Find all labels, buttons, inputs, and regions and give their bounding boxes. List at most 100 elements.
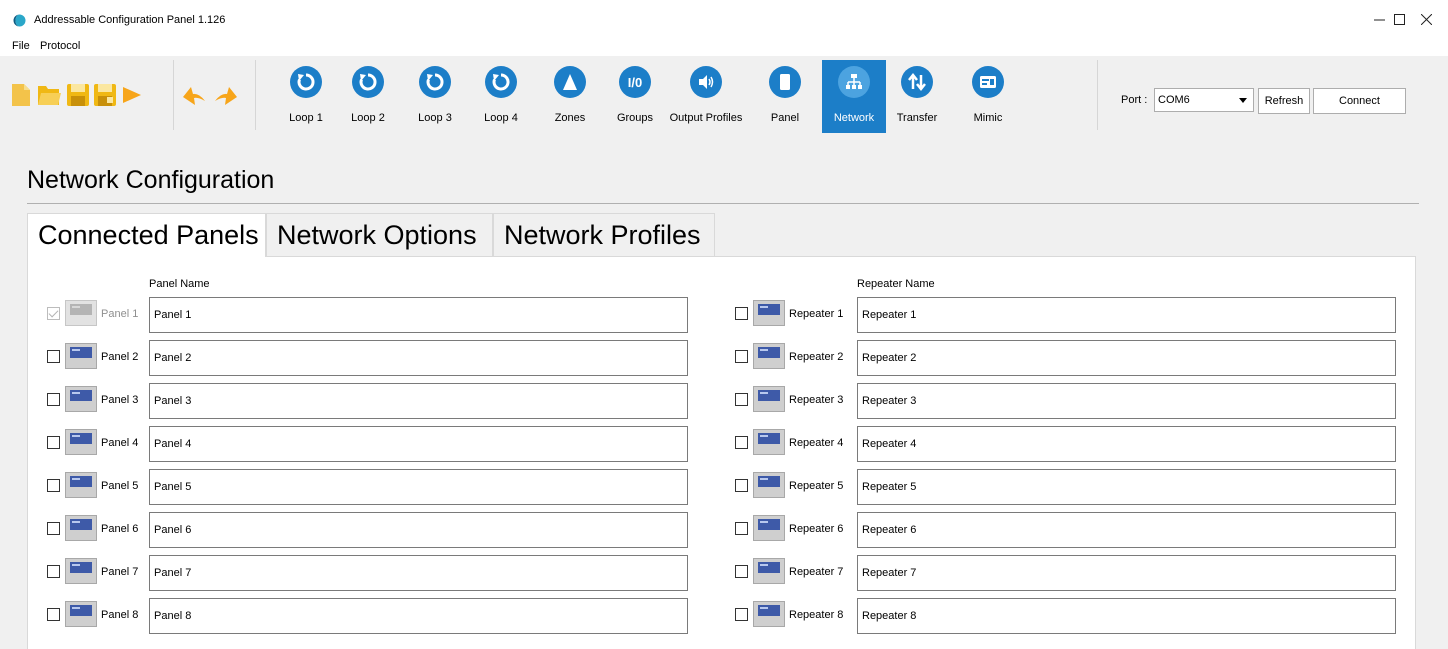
close-button[interactable] [1411, 8, 1441, 32]
repeater-name-input[interactable] [857, 426, 1396, 462]
window-title: Addressable Configuration Panel 1.126 [34, 14, 226, 26]
nav-panel[interactable]: Panel [753, 60, 817, 133]
repeater-label: Repeater 6 [789, 523, 844, 535]
panel-device-icon [753, 343, 785, 369]
redo-icon[interactable] [213, 83, 239, 107]
nav-label: Loop 3 [418, 112, 452, 124]
nav-mimic[interactable]: Mimic [956, 60, 1020, 133]
port-select[interactable]: COM6 [1154, 88, 1254, 112]
repeater-row: Repeater 6 [28, 512, 1417, 548]
repeater-checkbox[interactable] [735, 522, 748, 535]
repeater-checkbox[interactable] [735, 479, 748, 492]
svg-text:I/0: I/0 [628, 75, 642, 90]
loop-icon [419, 66, 451, 98]
save-icon[interactable] [66, 83, 90, 107]
nav-groups[interactable]: I/0 Groups [603, 60, 667, 133]
nav-label: Mimic [973, 112, 1003, 124]
nav-output-profiles[interactable]: Output Profiles [670, 60, 742, 133]
tab-network-options[interactable]: Network Options [266, 213, 493, 256]
title-bar: Addressable Configuration Panel 1.126 [0, 0, 1448, 38]
mimic-icon [972, 66, 1004, 98]
repeater-name-input[interactable] [857, 555, 1396, 591]
repeater-row: Repeater 2 [28, 340, 1417, 376]
repeater-name-input[interactable] [857, 297, 1396, 333]
refresh-button[interactable]: Refresh [1258, 88, 1310, 114]
repeater-label: Repeater 3 [789, 394, 844, 406]
repeater-checkbox[interactable] [735, 608, 748, 621]
undo-icon[interactable] [181, 83, 207, 107]
menu-bar: File Protocol [0, 38, 1448, 56]
close-icon [1420, 13, 1432, 26]
nav-label: Loop 2 [351, 112, 385, 124]
connect-button[interactable]: Connect [1313, 88, 1406, 114]
repeater-name-input[interactable] [857, 512, 1396, 548]
panel-icon [769, 66, 801, 98]
nav-label: Groups [616, 112, 654, 124]
repeater-checkbox[interactable] [735, 307, 748, 320]
repeater-checkbox[interactable] [735, 393, 748, 406]
panel-device-icon [753, 515, 785, 541]
tab-connected-panels[interactable]: Connected Panels [27, 213, 266, 257]
repeater-checkbox[interactable] [735, 436, 748, 449]
page-title: Network Configuration [27, 166, 275, 194]
nav-network[interactable]: Network [822, 60, 886, 133]
repeater-label: Repeater 8 [789, 609, 844, 621]
maximize-button[interactable] [1384, 8, 1414, 32]
chevron-down-icon [1239, 98, 1247, 103]
repeater-row: Repeater 3 [28, 383, 1417, 419]
nav-transfer[interactable]: Transfer [885, 60, 949, 133]
loop-icon [290, 66, 322, 98]
minimize-icon [1373, 19, 1385, 21]
nav-loop-1[interactable]: Loop 1 [274, 60, 338, 133]
app-logo-icon [13, 14, 26, 27]
speaker-icon [690, 66, 722, 98]
nav-label: Panel [770, 112, 800, 124]
toolbar-separator [173, 60, 174, 130]
repeater-row: Repeater 8 [28, 598, 1417, 634]
toolbar: Loop 1 Loop 2 Loop 3 Loop 4 Zones I/0 Gr… [0, 56, 1448, 136]
panel-device-icon [753, 429, 785, 455]
maximize-icon [1393, 14, 1405, 25]
repeater-name-input[interactable] [857, 598, 1396, 634]
repeater-label: Repeater 2 [789, 351, 844, 363]
repeater-label: Repeater 4 [789, 437, 844, 449]
connected-panels-content: Panel Name Repeater Name Panel 1Panel 2P… [27, 256, 1416, 649]
nav-loop-2[interactable]: Loop 2 [336, 60, 400, 133]
port-value: COM6 [1158, 94, 1190, 106]
divider [27, 203, 1419, 204]
repeater-checkbox[interactable] [735, 565, 748, 578]
transfer-icon [901, 66, 933, 98]
groups-io-icon: I/0 [619, 66, 651, 98]
repeater-name-input[interactable] [857, 383, 1396, 419]
nav-label: Transfer [896, 112, 938, 124]
panel-device-icon [753, 472, 785, 498]
new-file-icon[interactable] [11, 83, 31, 107]
tab-network-profiles[interactable]: Network Profiles [493, 213, 715, 256]
nav-label: Loop 4 [484, 112, 518, 124]
panel-name-header: Panel Name [149, 278, 210, 290]
loop-icon [352, 66, 384, 98]
save-as-icon[interactable] [93, 83, 117, 107]
open-file-icon[interactable] [37, 83, 61, 107]
menu-protocol[interactable]: Protocol [40, 40, 80, 52]
loop-icon [485, 66, 517, 98]
repeater-checkbox[interactable] [735, 350, 748, 363]
nav-loop-4[interactable]: Loop 4 [469, 60, 533, 133]
repeater-name-header: Repeater Name [857, 278, 935, 290]
repeater-label: Repeater 5 [789, 480, 844, 492]
toolbar-separator [1097, 60, 1098, 130]
play-arrow-icon[interactable] [121, 83, 143, 107]
nav-zones[interactable]: Zones [538, 60, 602, 133]
nav-loop-3[interactable]: Loop 3 [403, 60, 467, 133]
zones-icon [554, 66, 586, 98]
toolbar-separator [255, 60, 256, 130]
panel-device-icon [753, 601, 785, 627]
repeater-label: Repeater 7 [789, 566, 844, 578]
repeater-name-input[interactable] [857, 469, 1396, 505]
repeater-row: Repeater 4 [28, 426, 1417, 462]
nav-label: Output Profiles [669, 112, 743, 124]
menu-file[interactable]: File [12, 40, 30, 52]
panel-device-icon [753, 386, 785, 412]
repeater-name-input[interactable] [857, 340, 1396, 376]
repeater-row: Repeater 5 [28, 469, 1417, 505]
